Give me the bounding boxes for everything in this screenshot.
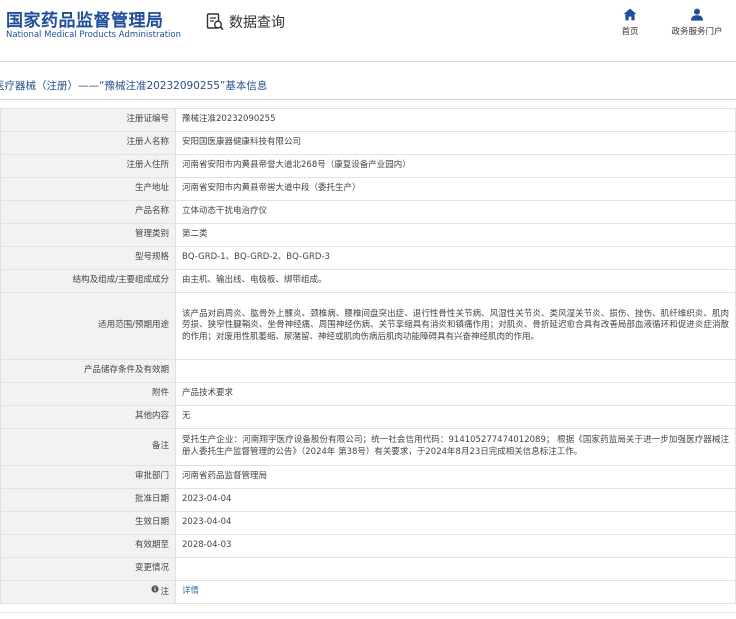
home-icon [623,8,637,21]
registration-info-table: 注册证编号 豫械注准20232090255 注册人名称 安阳国医康器健康科技有限… [0,108,736,604]
row-label: 附件 [0,382,176,406]
row-value: BQ-GRD-1、BQ-GRD-2、BQ-GRD-3 [175,246,736,270]
table-row: 审批部门 河南省药品监督管理局 [0,465,736,489]
row-value: 河南省安阳市内黄县帝喾大道中段（委托生产） [175,177,736,201]
row-label: 注册人住所 [0,154,176,178]
site-logo-en: National Medical Products Administration [6,30,181,40]
row-label: 审批部门 [0,465,176,489]
row-value [175,359,736,383]
row-value: 该产品对肩周炎、肱骨外上髁炎、颈椎病、腰椎间盘突出症、退行性骨性关节病、风湿性关… [175,292,736,360]
row-label: 批准日期 [0,488,176,512]
table-row: 生产地址 河南省安阳市内黄县帝喾大道中段（委托生产） [0,177,736,201]
data-query-heading: 数据查询 [205,12,285,32]
row-value: 河南省安阳市内黄县帝誉大道北268号（康复设备产业园内） [175,154,736,178]
table-row: 注册人名称 安阳国医康器健康科技有限公司 [0,131,736,155]
details-link[interactable]: 详情 [182,586,199,596]
row-value: 2023-04-04 [175,488,736,512]
table-row: 附件 产品技术要求 [0,382,736,406]
row-value: 安阳国医康器健康科技有限公司 [175,131,736,155]
table-row: 产品名称 立体动态干扰电治疗仪 [0,200,736,224]
row-label: 结构及组成/主要组成成分 [0,269,176,293]
search-document-icon [205,12,225,32]
table-row-note: 注 详情 [0,580,736,604]
row-label: 生效日期 [0,511,176,535]
site-logo-cn[interactable]: 国家药品监督管理局 [6,6,164,31]
table-row: 管理类别 第二类 [0,223,736,247]
table-row: 批准日期 2023-04-04 [0,488,736,512]
table-row: 型号规格 BQ-GRD-1、BQ-GRD-2、BQ-GRD-3 [0,246,736,270]
data-query-label: 数据查询 [229,15,285,31]
table-row: 结构及组成/主要组成成分 由主机、输出线、电极板、绑带组成。 [0,269,736,293]
row-label: 产品名称 [0,200,176,224]
row-label: 注册人名称 [0,131,176,155]
row-value: 河南省药品监督管理局 [175,465,736,489]
bottom-divider [0,612,736,613]
header-divider [0,61,736,62]
title-divider [0,99,736,100]
row-value: 无 [175,405,736,429]
row-value: 立体动态干扰电治疗仪 [175,200,736,224]
note-label-cell: 注 [0,580,176,604]
page-title: 医疗器械（注册）——“豫械注准20232090255”基本信息 [0,80,268,92]
table-row: 变更情况 [0,557,736,581]
row-value: 产品技术要求 [175,382,736,406]
user-icon [690,8,704,21]
table-row: 产品储存条件及有效期 [0,359,736,383]
nav-service-portal[interactable]: 政务服务门户 [662,8,732,37]
nav-service-portal-label: 政务服务门户 [671,27,723,37]
row-value: 2028-04-03 [175,534,736,558]
row-value: 第二类 [175,223,736,247]
row-value [175,557,736,581]
table-row: 有效期至 2028-04-03 [0,534,736,558]
table-row: 生效日期 2023-04-04 [0,511,736,535]
table-row: 备注 受托生产企业：河南翔宇医疗设备股份有限公司；统一社会信用代码：914105… [0,428,736,466]
info-circle-icon [151,585,160,598]
row-label: 有效期至 [0,534,176,558]
row-value: 2023-04-04 [175,511,736,535]
row-label: 适用范围/预期用途 [0,292,176,360]
row-label: 生产地址 [0,177,176,201]
row-label: 变更情况 [0,557,176,581]
table-row: 注册证编号 豫械注准20232090255 [0,108,736,132]
note-value-cell: 详情 [175,580,736,604]
row-label: 其他内容 [0,405,176,429]
row-label: 产品储存条件及有效期 [0,359,176,383]
nav-home-label: 首页 [621,27,639,37]
table-row: 适用范围/预期用途 该产品对肩周炎、肱骨外上髁炎、颈椎病、腰椎间盘突出症、退行性… [0,292,736,360]
row-label: 型号规格 [0,246,176,270]
note-label: 注 [160,587,169,598]
row-value: 豫械注准20232090255 [175,108,736,132]
row-label: 备注 [0,428,176,466]
row-label: 管理类别 [0,223,176,247]
row-value: 由主机、输出线、电极板、绑带组成。 [175,269,736,293]
site-header: 国家药品监督管理局 National Medical Products Admi… [0,0,736,56]
row-value: 受托生产企业：河南翔宇医疗设备股份有限公司；统一社会信用代码：914105277… [175,428,736,466]
table-row: 其他内容 无 [0,405,736,429]
nav-home[interactable]: 首页 [595,8,665,37]
row-label: 注册证编号 [0,108,176,132]
table-row: 注册人住所 河南省安阳市内黄县帝誉大道北268号（康复设备产业园内） [0,154,736,178]
